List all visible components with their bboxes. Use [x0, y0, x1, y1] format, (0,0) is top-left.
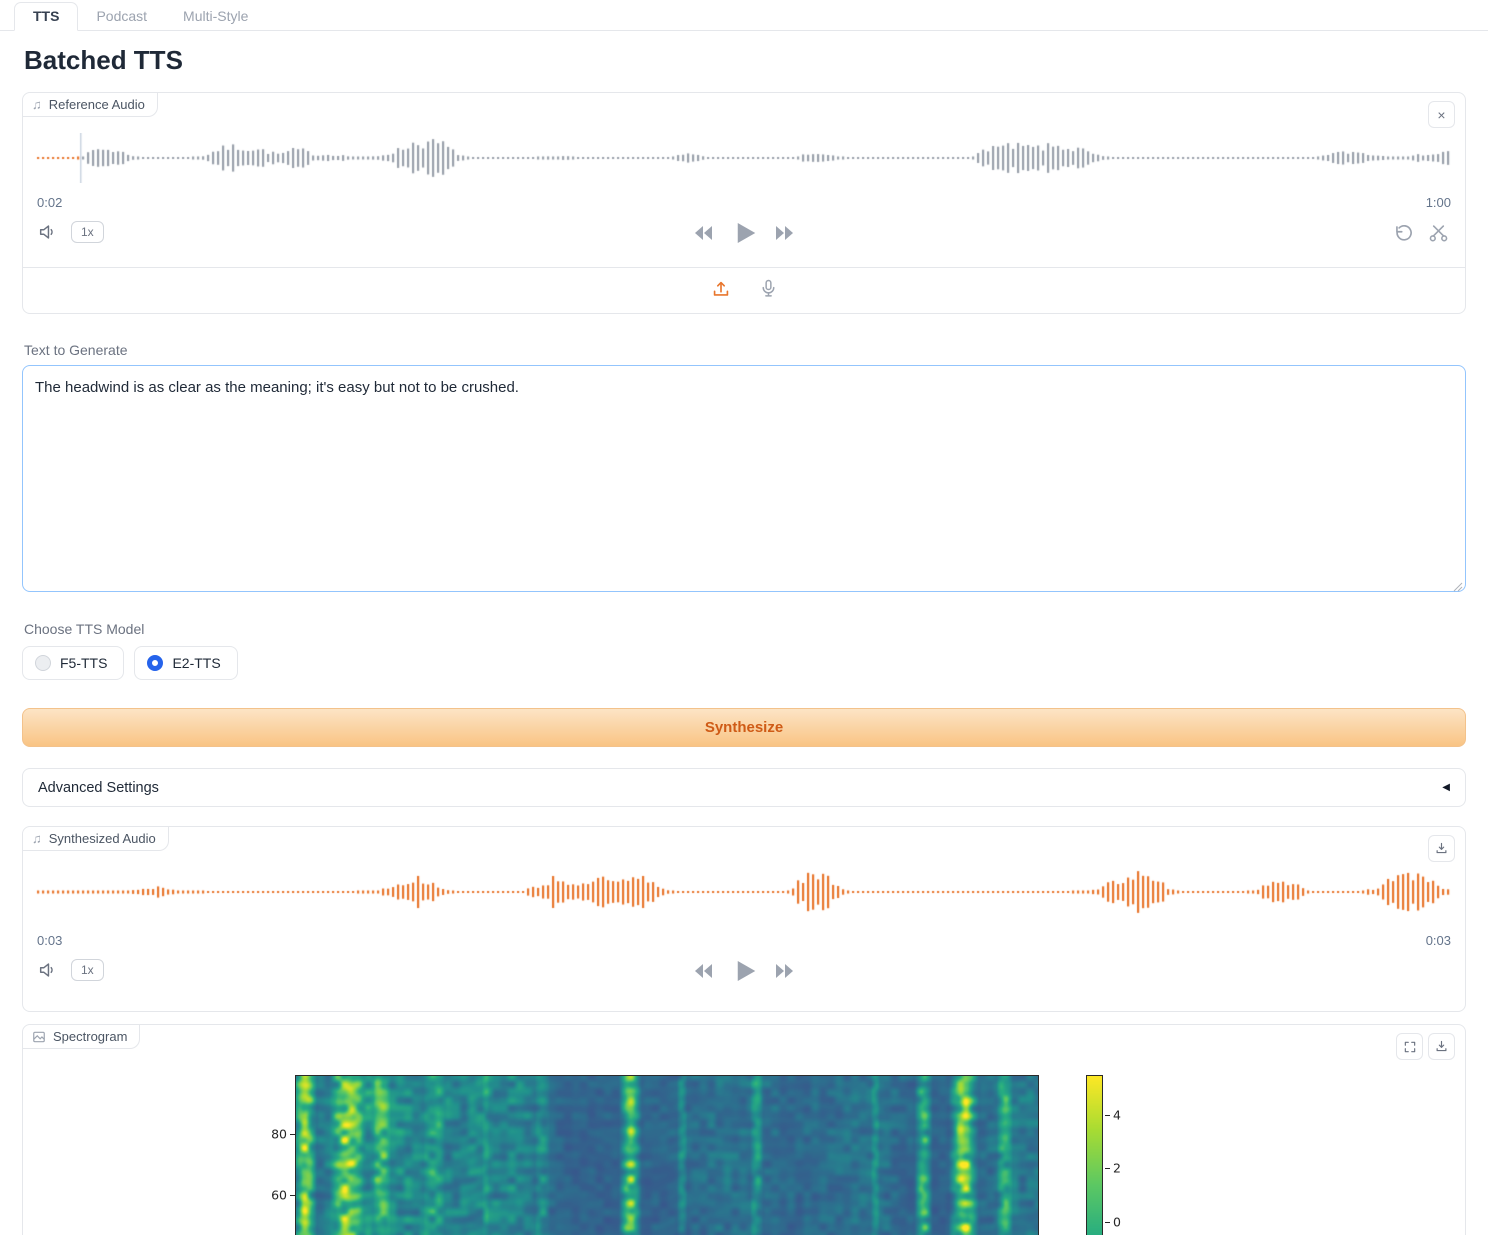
spectrogram-figure: 80 60 4 2 0	[249, 1075, 1465, 1235]
spectrogram-image	[295, 1075, 1039, 1235]
rewind-button[interactable]	[691, 959, 715, 983]
download-icon	[1434, 1039, 1449, 1054]
synthesize-button[interactable]: Synthesize	[22, 708, 1466, 747]
tts-model-radio-group: F5-TTS E2-TTS	[22, 646, 1466, 680]
text-to-generate-input[interactable]: The headwind is as clear as the meaning;…	[22, 365, 1466, 592]
fullscreen-button[interactable]	[1396, 1033, 1423, 1060]
microphone-icon	[758, 278, 779, 299]
advanced-settings-accordion[interactable]: Advanced Settings ◀	[22, 768, 1466, 807]
colorbar-tick-label: 2	[1113, 1160, 1121, 1176]
reference-audio-label-text: Reference Audio	[48, 97, 145, 112]
reset-trim-button[interactable]	[1393, 223, 1414, 244]
colorbar-tick-label: 4	[1113, 1107, 1121, 1123]
download-image-button[interactable]	[1428, 1033, 1455, 1060]
upload-icon	[710, 278, 732, 300]
fast-forward-icon	[773, 221, 797, 245]
synthesized-elapsed-time: 0:03	[37, 933, 63, 948]
tab-tts[interactable]: TTS	[14, 2, 79, 31]
reference-elapsed-time: 0:02	[37, 195, 63, 210]
music-note-icon: ♫	[32, 97, 42, 112]
spectrogram-y-axis: 80 60	[249, 1075, 295, 1235]
play-icon	[729, 218, 759, 248]
synthesized-audio-label-text: Synthesized Audio	[48, 831, 156, 846]
choose-tts-model-label: Choose TTS Model	[24, 621, 145, 637]
play-button[interactable]	[729, 218, 759, 248]
upload-audio-button[interactable]	[710, 278, 732, 300]
record-audio-button[interactable]	[758, 278, 779, 299]
reference-audio-label: ♫ Reference Audio	[23, 93, 158, 117]
reference-audio-player: ♫ Reference Audio × 0:02 1:00 1x	[22, 92, 1466, 314]
radio-option-f5-tts-label: F5-TTS	[60, 655, 108, 671]
y-tick-label: 60	[271, 1187, 287, 1203]
undo-icon	[1393, 223, 1414, 244]
rewind-icon	[691, 221, 715, 245]
synthesized-total-time: 0:03	[1425, 933, 1451, 948]
playback-speed-button[interactable]: 1x	[71, 221, 104, 243]
synthesized-audio-player: ♫ Synthesized Audio 0:03 0:03 1x	[22, 826, 1466, 1012]
music-note-icon: ♫	[32, 831, 42, 846]
rewind-icon	[691, 959, 715, 983]
fullscreen-icon	[1403, 1040, 1417, 1054]
tab-multi-style[interactable]: Multi-Style	[165, 3, 266, 30]
synthesized-waveform[interactable]	[36, 864, 1452, 920]
spectrogram-label: Spectrogram	[23, 1025, 141, 1049]
fast-forward-button[interactable]	[773, 959, 797, 983]
download-audio-button[interactable]	[1428, 835, 1455, 862]
volume-button[interactable]	[37, 221, 59, 243]
spectrogram-colorbar: 4 2 0	[1086, 1075, 1146, 1235]
volume-icon	[37, 959, 59, 981]
clear-audio-button[interactable]: ×	[1428, 101, 1455, 128]
tab-podcast[interactable]: Podcast	[78, 3, 165, 30]
play-button[interactable]	[729, 956, 759, 986]
radio-selected-icon	[147, 655, 164, 671]
advanced-settings-label: Advanced Settings	[38, 779, 159, 796]
reference-total-time: 1:00	[1425, 195, 1451, 210]
volume-button[interactable]	[37, 959, 59, 981]
accordion-collapsed-icon: ◀	[1442, 782, 1450, 793]
radio-option-e2-tts-label: E2-TTS	[172, 655, 221, 671]
y-tick-label: 80	[271, 1126, 287, 1142]
text-to-generate-label: Text to Generate	[24, 342, 128, 358]
close-icon: ×	[1437, 106, 1446, 123]
radio-option-f5-tts[interactable]: F5-TTS	[22, 646, 125, 680]
scissors-icon	[1428, 223, 1449, 244]
download-icon	[1434, 841, 1449, 856]
radio-unselected-icon	[35, 655, 51, 671]
volume-icon	[37, 221, 59, 243]
playback-speed-button[interactable]: 1x	[71, 959, 104, 981]
colorbar-tick-label: 0	[1113, 1214, 1121, 1230]
image-icon	[32, 1030, 46, 1044]
synthesized-audio-label: ♫ Synthesized Audio	[23, 827, 169, 851]
play-icon	[729, 956, 759, 986]
spectrogram-panel: Spectrogram 80 60 4 2 0	[22, 1024, 1466, 1235]
page-title: Batched TTS	[24, 45, 183, 75]
tab-bar: TTS Podcast Multi-Style	[0, 0, 1488, 31]
radio-option-e2-tts[interactable]: E2-TTS	[134, 646, 238, 680]
reference-waveform[interactable]	[36, 133, 1452, 183]
spectrogram-label-text: Spectrogram	[53, 1029, 128, 1044]
fast-forward-button[interactable]	[773, 221, 797, 245]
trim-audio-button[interactable]	[1428, 223, 1449, 244]
fast-forward-icon	[773, 959, 797, 983]
rewind-button[interactable]	[691, 221, 715, 245]
